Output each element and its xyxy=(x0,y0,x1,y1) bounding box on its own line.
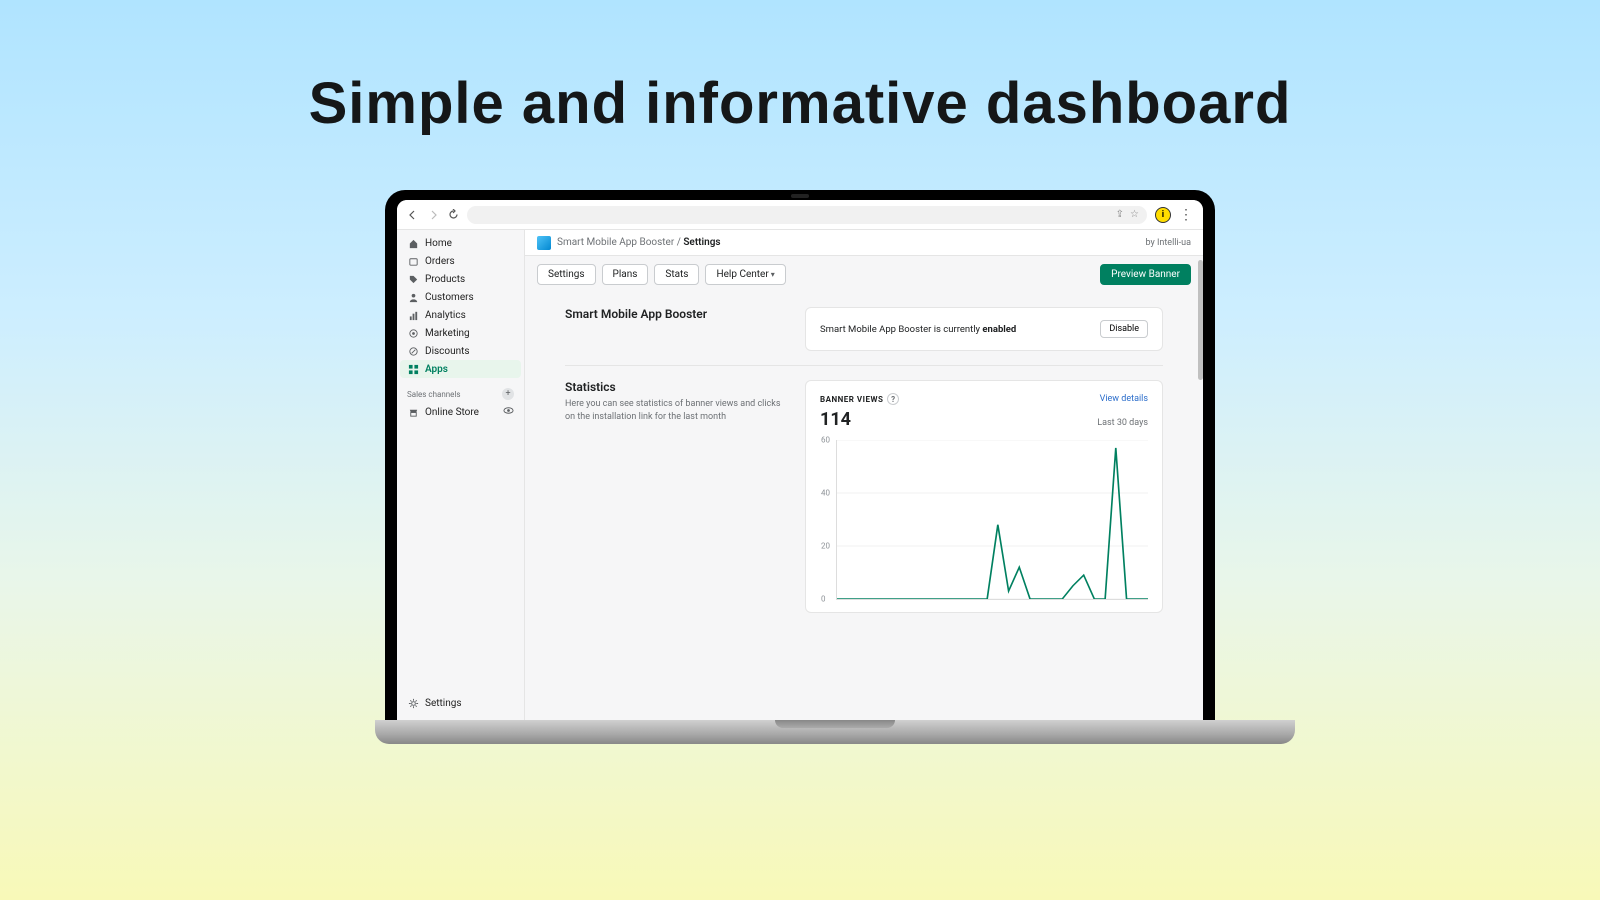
breadcrumb-page: Settings xyxy=(683,237,720,248)
sidebar-item-label: Products xyxy=(425,274,465,285)
sidebar-item-analytics[interactable]: Analytics xyxy=(397,306,524,324)
status-text: Smart Mobile App Booster is currently en… xyxy=(820,324,1016,335)
sidebar-item-label: Apps xyxy=(425,364,448,375)
tab-stats[interactable]: Stats xyxy=(654,264,699,285)
sales-channels-header: Sales channels + xyxy=(397,382,524,402)
sidebar-item-home[interactable]: Home xyxy=(397,234,524,252)
vendor-label: by Intelli-ua xyxy=(1145,238,1191,248)
sales-channels-label: Sales channels xyxy=(407,390,461,399)
browser-toolbar: ⇪ ☆ i ⋮ xyxy=(397,200,1203,230)
tag-icon xyxy=(407,273,419,285)
stats-description: Here you can see statistics of banner vi… xyxy=(565,398,785,423)
breadcrumb-bar: Smart Mobile App Booster / Settings by I… xyxy=(525,230,1203,256)
analytics-icon xyxy=(407,309,419,321)
add-channel-icon[interactable]: + xyxy=(502,388,514,400)
sidebar-settings-label: Settings xyxy=(425,698,462,709)
metric-label: BANNER VIEWS? xyxy=(820,393,899,405)
help-center-dropdown[interactable]: Help Center xyxy=(705,264,785,285)
sidebar-channel-online-store[interactable]: Online Store xyxy=(397,402,524,422)
toolbar: Settings Plans Stats Help Center Preview… xyxy=(525,256,1203,293)
reload-icon[interactable] xyxy=(447,209,459,221)
sidebar-item-products[interactable]: Products xyxy=(397,270,524,288)
tab-plans[interactable]: Plans xyxy=(602,264,649,285)
sidebar-item-label: Home xyxy=(425,238,452,249)
share-icon[interactable]: ⇪ xyxy=(1116,209,1124,220)
store-icon xyxy=(407,406,419,418)
hero-title: Simple and informative dashboard xyxy=(0,0,1600,137)
sidebar-item-label: Customers xyxy=(425,292,474,303)
status-card: Smart Mobile App Booster is currently en… xyxy=(805,307,1163,351)
eye-icon[interactable] xyxy=(503,405,514,419)
section-title: Smart Mobile App Booster xyxy=(565,307,785,321)
tab-settings[interactable]: Settings xyxy=(537,264,596,285)
back-icon[interactable] xyxy=(407,209,419,221)
sidebar-item-label: Analytics xyxy=(425,310,466,321)
sidebar-item-label: Discounts xyxy=(425,346,470,357)
forward-icon[interactable] xyxy=(427,209,439,221)
app-logo-icon xyxy=(537,236,551,250)
sidebar-item-label: Marketing xyxy=(425,328,470,339)
address-bar[interactable]: ⇪ ☆ xyxy=(467,206,1147,224)
gear-icon xyxy=(407,697,419,709)
laptop-mockup: ⇪ ☆ i ⋮ Home Orders Products Customers A… xyxy=(375,190,1225,744)
orders-icon xyxy=(407,255,419,267)
sidebar-item-label: Orders xyxy=(425,256,455,267)
sidebar-item-orders[interactable]: Orders xyxy=(397,252,524,270)
breadcrumb-app[interactable]: Smart Mobile App Booster xyxy=(557,237,674,248)
stats-card: BANNER VIEWS? View details 114 Last 30 d… xyxy=(805,380,1163,613)
banner-views-chart: 0204060 xyxy=(836,440,1148,600)
stats-title: Statistics xyxy=(565,380,785,394)
person-icon xyxy=(407,291,419,303)
channel-label: Online Store xyxy=(425,407,479,418)
sidebar-item-apps[interactable]: Apps xyxy=(400,360,521,378)
breadcrumb: Smart Mobile App Booster / Settings xyxy=(557,237,721,248)
preview-banner-button[interactable]: Preview Banner xyxy=(1100,264,1191,285)
date-range: Last 30 days xyxy=(1097,418,1148,428)
main-panel: Smart Mobile App Booster / Settings by I… xyxy=(525,230,1203,720)
view-details-link[interactable]: View details xyxy=(1100,394,1148,404)
sidebar-settings[interactable]: Settings xyxy=(397,694,524,712)
kebab-menu-icon[interactable]: ⋮ xyxy=(1179,208,1193,222)
metric-value: 114 xyxy=(820,409,851,430)
star-icon[interactable]: ☆ xyxy=(1130,209,1139,220)
home-icon xyxy=(407,237,419,249)
sidebar-item-discounts[interactable]: Discounts xyxy=(397,342,524,360)
disable-button[interactable]: Disable xyxy=(1100,320,1148,338)
apps-icon xyxy=(407,363,419,375)
profile-avatar[interactable]: i xyxy=(1155,207,1171,223)
help-icon[interactable]: ? xyxy=(887,393,899,405)
target-icon xyxy=(407,327,419,339)
sidebar: Home Orders Products Customers Analytics… xyxy=(397,230,525,720)
sidebar-item-marketing[interactable]: Marketing xyxy=(397,324,524,342)
sidebar-item-customers[interactable]: Customers xyxy=(397,288,524,306)
discount-icon xyxy=(407,345,419,357)
